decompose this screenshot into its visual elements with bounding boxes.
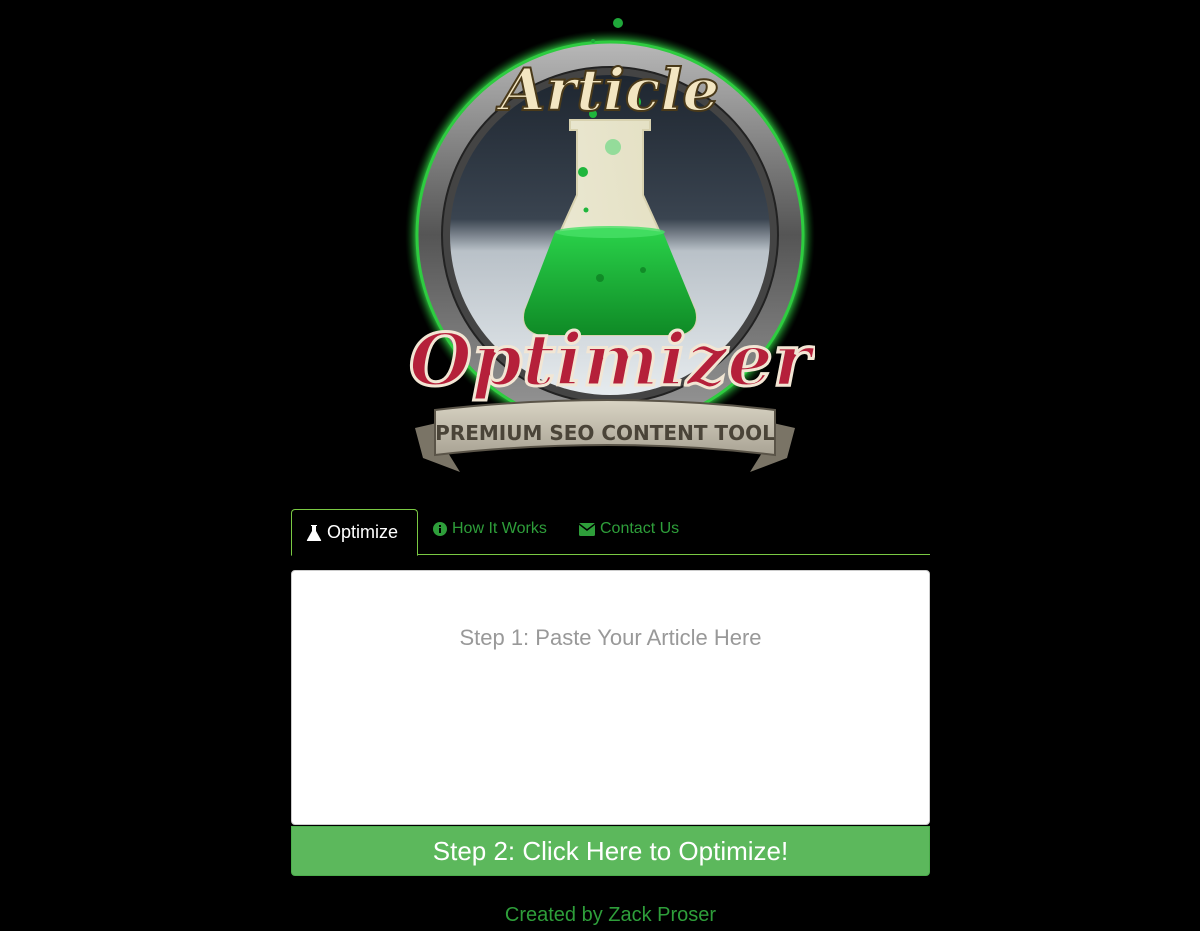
- optimize-button[interactable]: Step 2: Click Here to Optimize!: [291, 826, 930, 876]
- page: Article Optimizer PREMIUM SEO CONTENT TO…: [0, 0, 1200, 931]
- info-circle-icon: [433, 522, 447, 536]
- footer-credit: Created by Zack Proser: [504, 904, 717, 926]
- tab-how-it-works[interactable]: How It Works: [433, 509, 547, 549]
- flask-logo-icon: Article Optimizer PREMIUM SEO CONTENT TO…: [405, 18, 815, 472]
- logo-ribbon-text: PREMIUM SEO CONTENT TOOL: [435, 421, 775, 445]
- article-input-container: [291, 570, 930, 825]
- tab-contact-us[interactable]: Contact Us: [579, 509, 679, 549]
- article-input[interactable]: [292, 571, 929, 824]
- tab-optimize[interactable]: Optimize: [291, 509, 418, 556]
- article-optimizer-logo: Article Optimizer PREMIUM SEO CONTENT TO…: [395, 10, 815, 485]
- logo-word-optimizer: Optimizer: [409, 317, 815, 402]
- logo-word-article: Article: [496, 56, 720, 124]
- envelope-icon: [579, 522, 595, 536]
- tab-contact-us-label: Contact Us: [600, 520, 680, 537]
- flask-icon: [306, 524, 322, 542]
- tab-bar: Optimize How It Works Contact Us: [291, 509, 930, 556]
- tab-how-it-works-label: How It Works: [452, 520, 547, 537]
- tab-optimize-label: Optimize: [327, 522, 399, 542]
